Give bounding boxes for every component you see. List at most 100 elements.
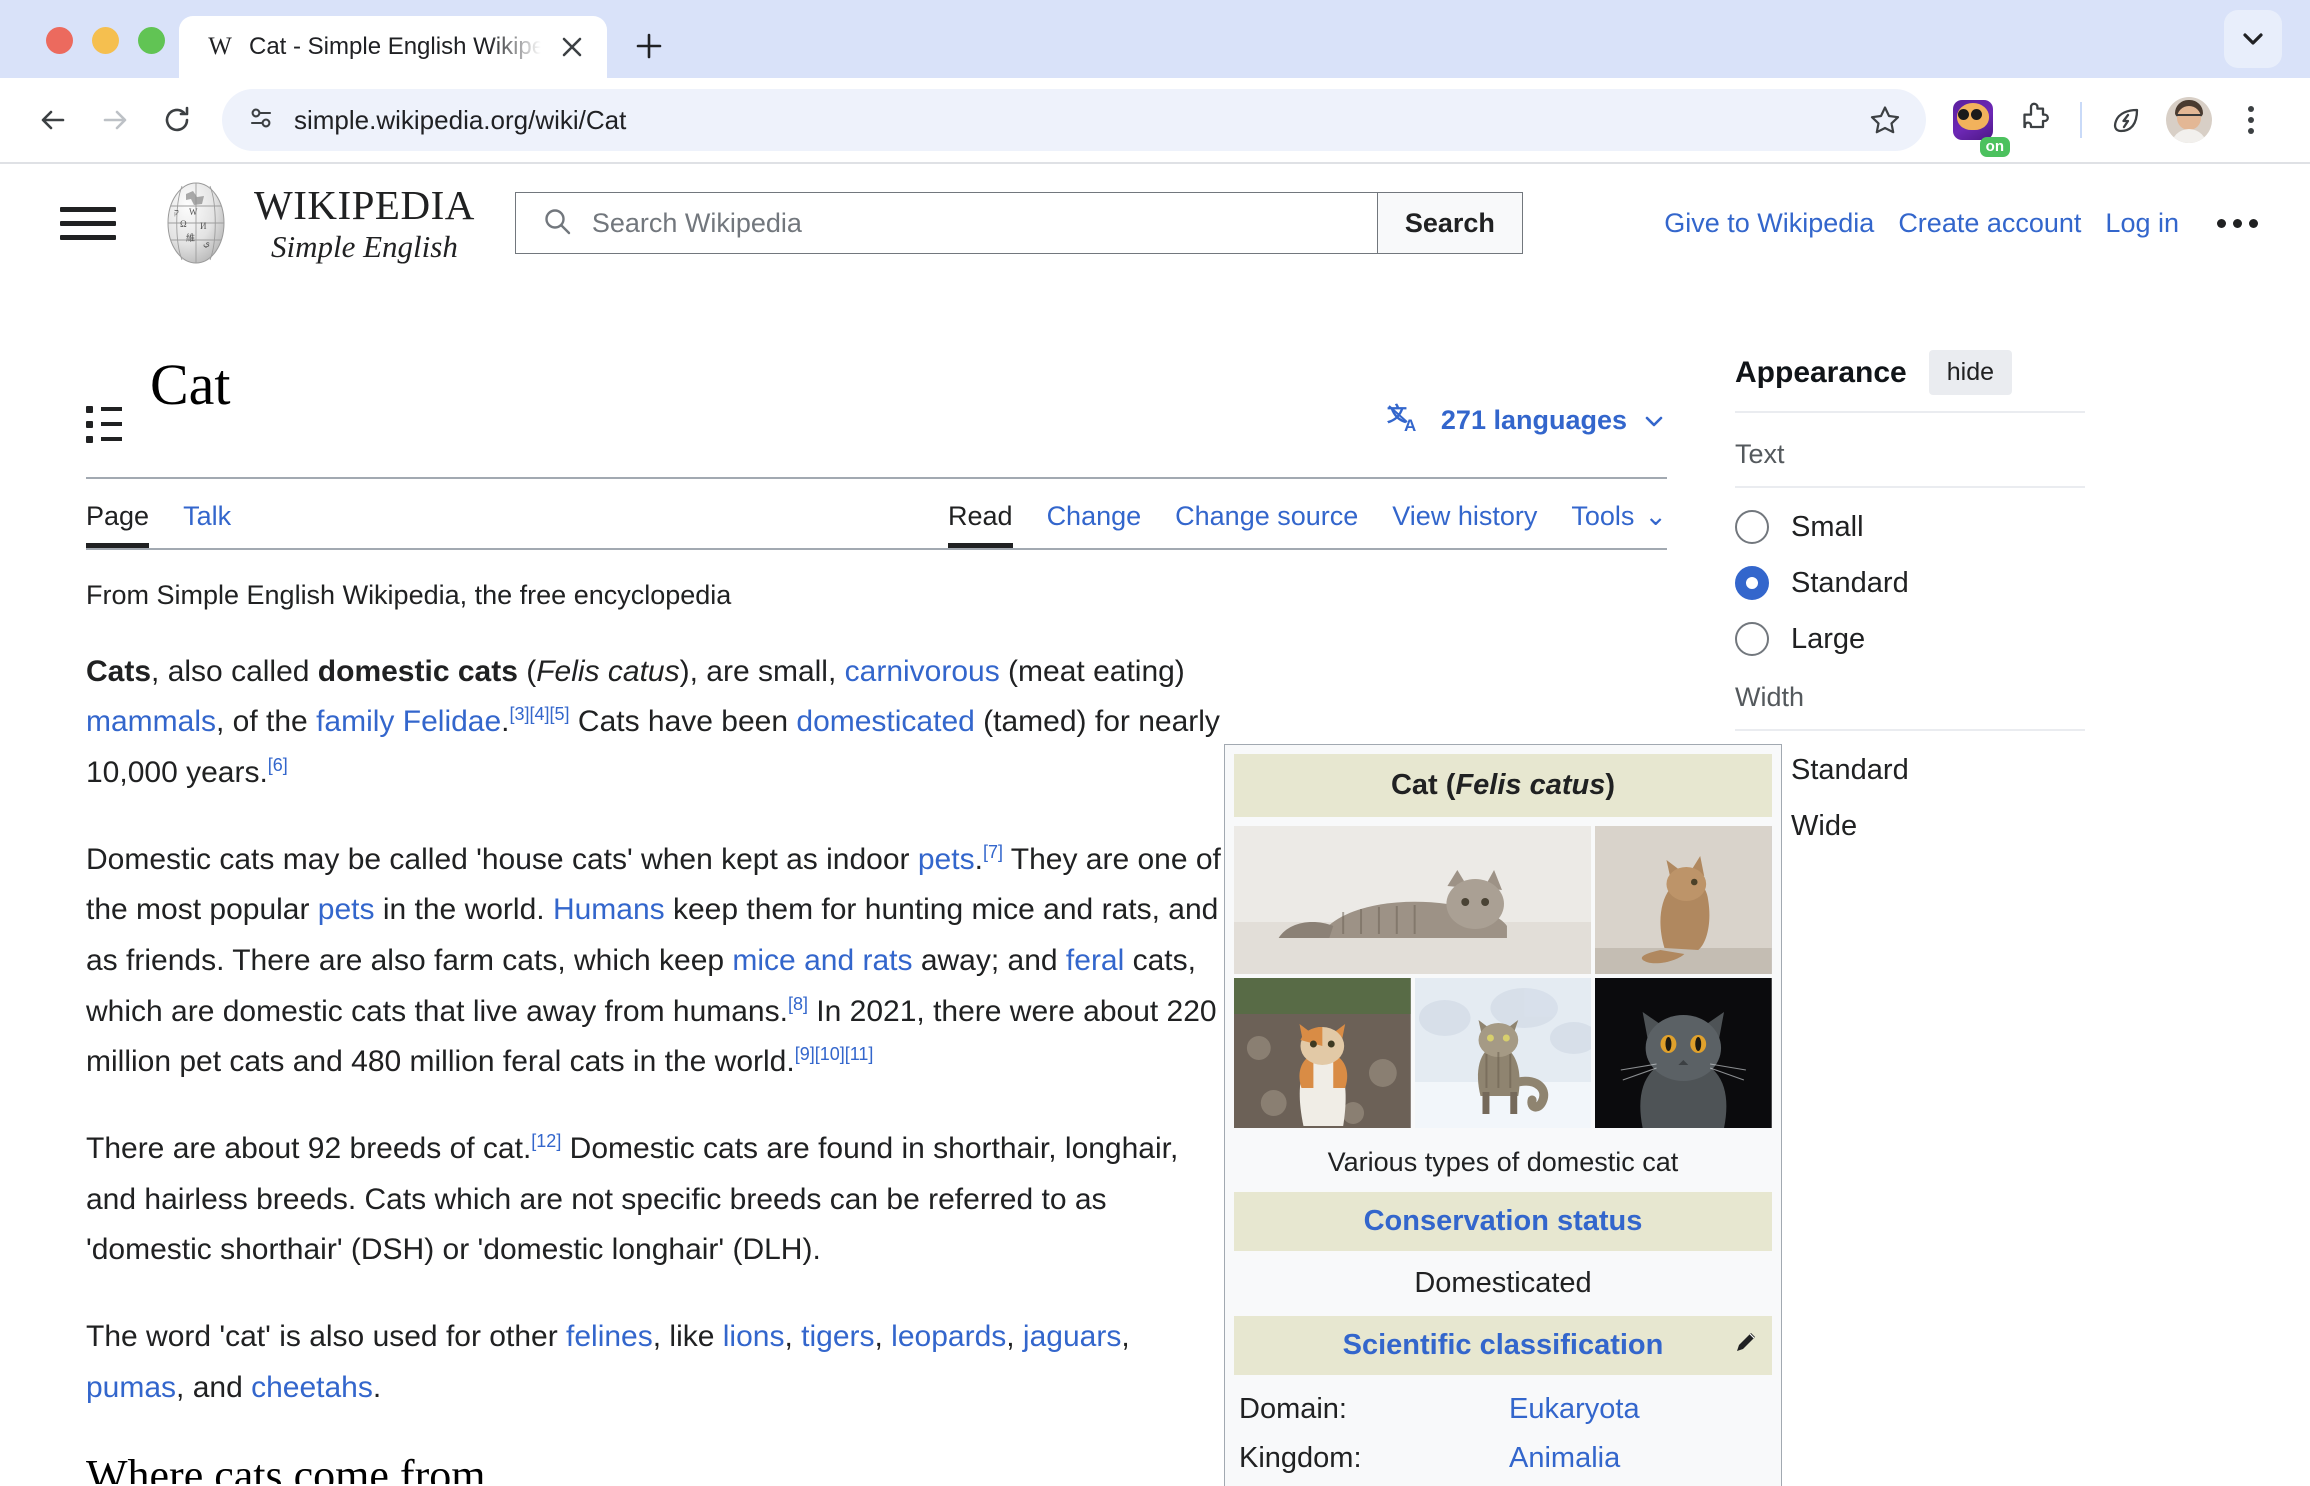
- article-link[interactable]: pets: [318, 893, 375, 926]
- infobox-classification-heading[interactable]: Scientific classification: [1234, 1316, 1772, 1375]
- width-option-standard[interactable]: Standard: [1735, 753, 2085, 787]
- article-text: There are about 92 breeds of cat.: [86, 1132, 532, 1166]
- log-in-link[interactable]: Log in: [2105, 208, 2179, 239]
- article-link[interactable]: feral: [1066, 944, 1124, 977]
- tab-read[interactable]: Read: [948, 501, 1013, 548]
- back-arrow-icon[interactable]: [22, 89, 84, 151]
- reference-marker[interactable]: [7]: [983, 842, 1003, 862]
- reference-marker[interactable]: [3][4][5]: [510, 704, 570, 724]
- address-bar[interactable]: simple.wikipedia.org/wiki/Cat: [222, 89, 1926, 151]
- wikipedia-logo[interactable]: WΩ И 維ﻱ ק WIKIPEDIA Simple English: [158, 180, 475, 266]
- tab-tools[interactable]: Tools ⌄: [1571, 501, 1667, 548]
- article-link[interactable]: domesticated: [796, 705, 974, 738]
- tab-search-chevron-down-icon[interactable]: [2224, 10, 2282, 68]
- width-group-label: Width: [1735, 682, 1805, 712]
- tab-view-history[interactable]: View history: [1392, 501, 1537, 548]
- infobox-conservation-heading[interactable]: Conservation status: [1234, 1192, 1772, 1251]
- hamburger-menu-icon[interactable]: [60, 206, 116, 240]
- close-window-button[interactable]: [46, 27, 73, 54]
- tab-title: Cat - Simple English Wikipedi: [249, 35, 541, 59]
- tab-tools-label: Tools: [1571, 500, 1635, 531]
- article-link[interactable]: mice and rats: [732, 944, 912, 977]
- article-link[interactable]: leopards: [891, 1320, 1006, 1353]
- search-button[interactable]: Search: [1376, 192, 1523, 254]
- tab-talk[interactable]: Talk: [183, 501, 231, 548]
- reference-link[interactable]: [3][4][5]: [510, 704, 570, 724]
- taxonomy-link[interactable]: Eukaryota: [1509, 1393, 1640, 1425]
- window-controls: [0, 27, 165, 78]
- article-link[interactable]: felines: [566, 1320, 653, 1353]
- article-text: The word 'cat' is also used for other: [86, 1320, 567, 1354]
- article-link[interactable]: mammals: [86, 705, 216, 738]
- forward-arrow-icon[interactable]: [84, 89, 146, 151]
- reference-link[interactable]: [6]: [268, 755, 288, 775]
- more-dots-icon[interactable]: [2217, 218, 2258, 228]
- article-link[interactable]: tigers: [801, 1320, 874, 1353]
- three-dot-menu-icon[interactable]: [2220, 89, 2282, 151]
- search-input[interactable]: Search Wikipedia: [514, 192, 1377, 254]
- owl-extension-icon[interactable]: on: [1942, 89, 2010, 157]
- chevron-down-icon: [1645, 416, 1663, 426]
- close-icon[interactable]: [555, 30, 589, 64]
- reference-link[interactable]: [12]: [531, 1131, 561, 1151]
- reload-icon[interactable]: [146, 89, 208, 151]
- article-link[interactable]: lions: [723, 1320, 785, 1353]
- table-of-contents-icon[interactable]: [86, 405, 122, 443]
- text-option-large[interactable]: Large: [1735, 622, 2085, 656]
- energy-saver-leaf-icon[interactable]: [2096, 89, 2158, 151]
- article-text: (meat eating): [999, 654, 1185, 688]
- text-option-standard[interactable]: Standard: [1735, 566, 2085, 600]
- tab-change-source[interactable]: Change source: [1175, 501, 1358, 548]
- give-to-wikipedia-link[interactable]: Give to Wikipedia: [1664, 208, 1874, 239]
- article-link[interactable]: pets: [918, 843, 975, 876]
- article-text: ,: [874, 1320, 892, 1354]
- article-link[interactable]: Humans: [553, 893, 665, 926]
- article-link[interactable]: cheetahs: [251, 1371, 373, 1404]
- wordmark-line-1: WIKIPEDIA: [254, 181, 475, 228]
- article-text: ,: [1006, 1320, 1023, 1354]
- radio-small[interactable]: [1735, 510, 1769, 544]
- create-account-link[interactable]: Create account: [1898, 208, 2081, 239]
- search-form: Search Wikipedia Search: [514, 192, 1523, 254]
- text-option-small[interactable]: Small: [1735, 510, 2085, 544]
- bookmark-star-icon[interactable]: [1856, 91, 1914, 149]
- reference-marker[interactable]: [6]: [268, 755, 288, 775]
- infobox-image-collage[interactable]: [1225, 817, 1781, 1137]
- reference-link[interactable]: [8]: [788, 994, 808, 1014]
- article-text: (: [517, 654, 537, 688]
- maximize-window-button[interactable]: [138, 27, 165, 54]
- tab-strip: W Cat - Simple English Wikipedi: [0, 0, 2310, 78]
- article-link[interactable]: family Felidae: [316, 705, 501, 738]
- radio-large[interactable]: [1735, 622, 1769, 656]
- infobox-conservation-value: Domesticated: [1414, 1267, 1592, 1299]
- reference-marker[interactable]: [8]: [788, 994, 808, 1014]
- pencil-edit-icon[interactable]: [1732, 1328, 1760, 1364]
- extensions-puzzle-icon[interactable]: [2004, 89, 2066, 151]
- width-option-wide[interactable]: Wide: [1735, 809, 2085, 843]
- reference-marker[interactable]: [9][10][11]: [795, 1044, 874, 1064]
- reference-link[interactable]: [7]: [983, 842, 1003, 862]
- minimize-window-button[interactable]: [92, 27, 119, 54]
- article-link[interactable]: pumas: [86, 1371, 176, 1404]
- view-tabs: Read Change Change source View history T…: [948, 501, 1667, 548]
- text-option-small-label: Small: [1791, 510, 1864, 543]
- article-link[interactable]: carnivorous: [845, 655, 1000, 688]
- radio-standard-text[interactable]: [1735, 566, 1769, 600]
- reference-link[interactable]: [9][10][11]: [795, 1044, 874, 1064]
- tab-page[interactable]: Page: [86, 501, 150, 548]
- tab-change[interactable]: Change: [1047, 501, 1142, 548]
- taxonomy-link[interactable]: Animalia: [1509, 1442, 1620, 1474]
- chevron-down-icon: ⌄: [1644, 500, 1667, 531]
- appearance-hide-button[interactable]: hide: [1928, 350, 2013, 395]
- article-link[interactable]: jaguars: [1023, 1320, 1121, 1353]
- browser-tab[interactable]: W Cat - Simple English Wikipedi: [179, 16, 607, 78]
- new-tab-button[interactable]: [623, 20, 675, 72]
- title-divider: [86, 476, 1667, 479]
- search-placeholder: Search Wikipedia: [591, 207, 802, 238]
- site-settings-icon[interactable]: [246, 103, 276, 138]
- reference-marker[interactable]: [12]: [531, 1131, 561, 1151]
- article-text: Domestic cats may be called 'house cats'…: [86, 842, 918, 876]
- languages-selector[interactable]: 文 A 271 languages: [1387, 401, 1667, 441]
- taxonomy-key: Domain:: [1239, 1393, 1347, 1425]
- profile-avatar[interactable]: [2158, 89, 2220, 151]
